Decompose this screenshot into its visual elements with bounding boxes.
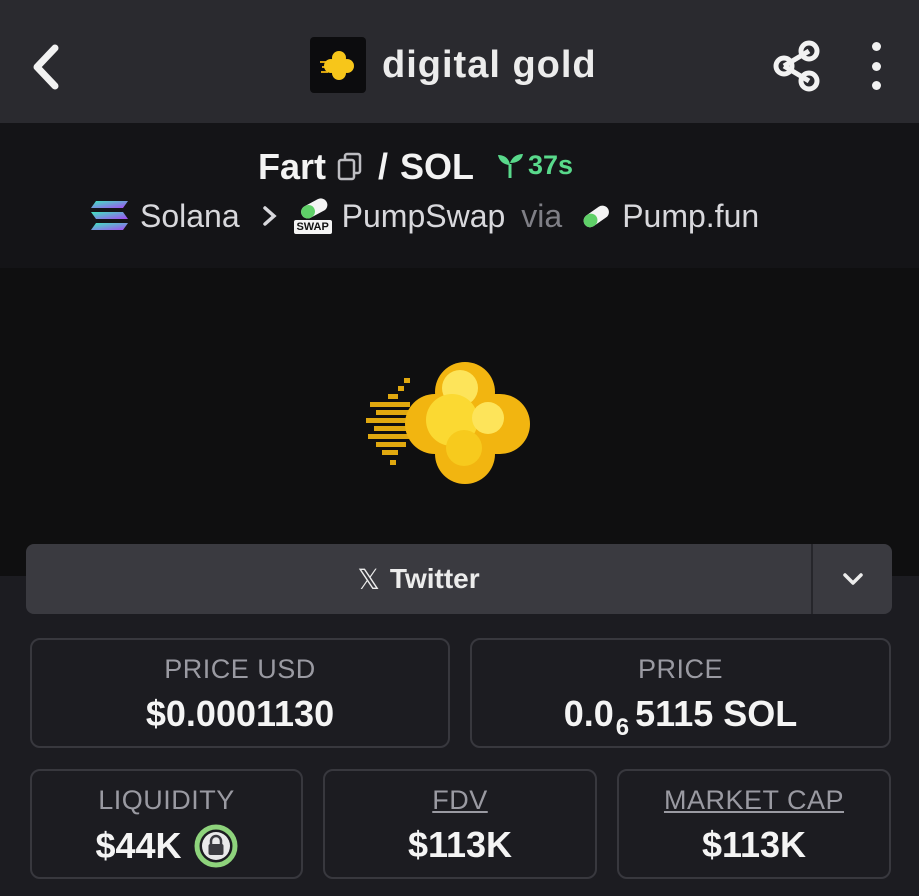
chevron-right-icon xyxy=(262,206,277,226)
app-title: digital gold xyxy=(382,43,597,86)
launchpad-name[interactable]: Pump.fun xyxy=(622,198,759,235)
pair-age-badge: 37s xyxy=(496,150,573,181)
chevron-down-icon xyxy=(842,573,863,585)
liquidity-card: LIQUIDITY $44K xyxy=(30,769,303,879)
fdv-card: FDV $113K xyxy=(323,769,597,879)
dex-name[interactable]: PumpSwap xyxy=(342,198,506,235)
socials-bar: 𝕏 Twitter xyxy=(26,544,892,614)
via-label: via xyxy=(521,197,563,234)
price-value: 0.0 6 5115 SOL xyxy=(472,693,889,741)
market-cap-label[interactable]: MARKET CAP xyxy=(619,785,889,816)
price-zero-count: 6 xyxy=(615,714,630,741)
chevron-left-icon xyxy=(33,44,59,90)
x-logo-icon: 𝕏 xyxy=(357,563,380,595)
share-icon xyxy=(773,40,820,92)
price-usd-label: PRICE USD xyxy=(164,654,316,684)
base-symbol: Fart xyxy=(258,146,327,187)
price-digits: 5115 SOL xyxy=(635,693,798,734)
pump-fun-icon xyxy=(583,205,610,228)
twitter-button[interactable]: 𝕏 Twitter xyxy=(26,544,811,614)
token-title: digital gold xyxy=(310,37,597,93)
market-cap-value: $113K xyxy=(701,824,807,865)
sprout-icon xyxy=(498,153,523,178)
token-logo-small xyxy=(310,37,366,93)
socials-dropdown-button[interactable] xyxy=(813,544,892,614)
price-card: PRICE 0.0 6 5115 SOL xyxy=(470,638,891,748)
market-cap-card: MARKET CAP $113K xyxy=(617,769,891,879)
pair-title: Fart / SOL xyxy=(258,146,474,188)
pair-age: 37s xyxy=(528,150,574,180)
fdv-label[interactable]: FDV xyxy=(325,785,595,816)
liquidity-value: $44K xyxy=(95,825,182,866)
twitter-label: Twitter xyxy=(389,563,480,594)
price-usd-value: $0.0001130 xyxy=(145,693,335,734)
chain-name[interactable]: Solana xyxy=(140,198,240,235)
share-button[interactable] xyxy=(772,40,822,92)
chain-breadcrumb: Solana SWAP PumpSwap via Pump.fun xyxy=(90,196,759,236)
quote-symbol: SOL xyxy=(400,146,475,187)
more-options-button[interactable] xyxy=(862,42,890,90)
price-usd-card: PRICE USD $0.0001130 xyxy=(30,638,450,748)
token-logo-large xyxy=(366,362,530,484)
price-prefix: 0.0 xyxy=(563,693,614,734)
pair-separator: / xyxy=(378,146,389,187)
lock-icon[interactable] xyxy=(194,824,238,868)
more-vertical-icon xyxy=(871,42,881,51)
liquidity-label: LIQUIDITY xyxy=(98,785,235,815)
copy-icon[interactable] xyxy=(336,152,364,182)
solana-icon xyxy=(91,201,128,230)
pumpswap-icon: SWAP xyxy=(293,196,332,236)
dex-badge: SWAP xyxy=(293,220,332,234)
fdv-value: $113K xyxy=(407,824,513,865)
liquidity-row: $44K xyxy=(32,824,301,868)
back-button[interactable] xyxy=(26,40,66,94)
price-label: PRICE xyxy=(637,654,724,684)
